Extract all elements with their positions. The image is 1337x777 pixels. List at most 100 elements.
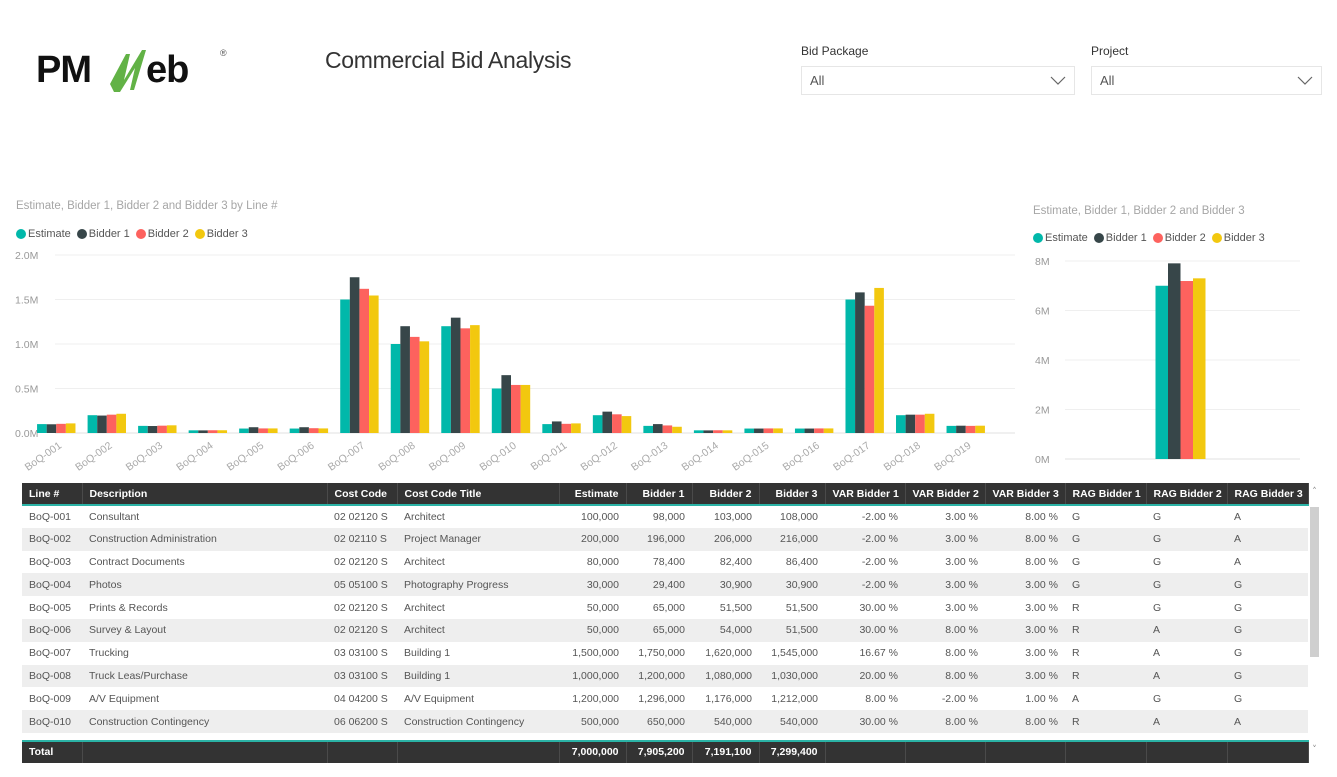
column-header[interactable]: Bidder 3 (759, 483, 826, 506)
table-row[interactable]: BoQ-002 Construction Administration 02 021… (22, 527, 1308, 551)
bar-bidder-2[interactable] (308, 428, 319, 433)
bar-bidder-2[interactable] (965, 425, 976, 433)
column-header[interactable]: Bidder 1 (626, 483, 693, 506)
bar-bidder-2[interactable] (814, 428, 824, 433)
bar-bidder-3[interactable] (823, 428, 834, 433)
scrollbar-thumb[interactable] (1310, 507, 1319, 657)
column-header[interactable]: Line # (22, 483, 83, 506)
column-header[interactable]: VAR Bidder 2 (905, 483, 986, 506)
bar-bidder-3[interactable] (975, 425, 985, 433)
table-scrollbar[interactable]: ˄ ˅ (1310, 483, 1319, 768)
bar-bidder-3[interactable] (267, 428, 278, 433)
bar-estimate[interactable] (1155, 285, 1169, 459)
bar-bidder-1[interactable] (703, 430, 714, 433)
bar-bidder-2[interactable] (1180, 281, 1194, 459)
bar-bidder-2[interactable] (460, 328, 471, 433)
bar-bidder-2[interactable] (713, 430, 723, 433)
column-header[interactable]: Estimate (559, 483, 627, 506)
bar-bidder-2[interactable] (763, 428, 774, 433)
column-header[interactable]: Bidder 2 (692, 483, 760, 506)
bar-estimate[interactable] (643, 425, 653, 433)
bar-estimate[interactable] (845, 299, 856, 434)
bar-bidder-3[interactable] (773, 428, 783, 433)
table-row[interactable]: BoQ-008 Truck Leas/Purchase 03 03100 S Buil… (22, 664, 1308, 688)
column-header[interactable]: VAR Bidder 3 (985, 483, 1066, 506)
bar-estimate[interactable] (340, 299, 350, 434)
bar-estimate[interactable] (441, 326, 451, 433)
bar-bidder-1[interactable] (754, 428, 764, 433)
legend-item[interactable]: Bidder 3 (194, 228, 248, 240)
bar-bidder-3[interactable] (217, 430, 228, 433)
bar-bidder-3[interactable] (65, 423, 76, 433)
column-header[interactable]: RAG Bidder 2 (1146, 483, 1228, 506)
table-row[interactable]: BoQ-007 Trucking 03 03100 S Building 1 1,500… (22, 642, 1308, 665)
bar-estimate[interactable] (744, 428, 755, 433)
bar-bidder-1[interactable] (349, 277, 360, 433)
bar-estimate[interactable] (794, 428, 805, 433)
bar-estimate[interactable] (289, 428, 300, 433)
bar-bidder-1[interactable] (855, 292, 865, 433)
bar-estimate[interactable] (896, 415, 906, 433)
bar-bidder-3[interactable] (571, 423, 581, 433)
bar-estimate[interactable] (37, 424, 47, 433)
scroll-down-icon[interactable]: ˅ (1310, 745, 1319, 755)
legend-item[interactable]: Bidder 1 (76, 228, 130, 240)
bar-bidder-1[interactable] (46, 424, 57, 433)
column-header[interactable]: Description (82, 483, 328, 506)
bar-bidder-3[interactable] (874, 287, 884, 433)
table-row[interactable]: BoQ-005 Prints & Records 02 02120 S Archite… (22, 596, 1308, 619)
bar-bidder-3[interactable] (166, 425, 177, 433)
bar-bidder-2[interactable] (561, 423, 572, 433)
bar-bidder-2[interactable] (915, 414, 925, 433)
table-row[interactable]: BoQ-004 Photos 05 05100 S Photography Progr… (22, 573, 1308, 597)
bar-bidder-1[interactable] (248, 427, 259, 433)
bar-bidder-1[interactable] (299, 427, 309, 433)
bar-bidder-2[interactable] (662, 425, 673, 433)
bar-bidder-3[interactable] (722, 430, 733, 433)
column-header[interactable]: RAG Bidder 3 (1227, 483, 1309, 506)
legend-item[interactable]: Bidder 1 (1093, 232, 1147, 244)
bar-bidder-2[interactable] (359, 288, 370, 433)
bar-estimate[interactable] (542, 424, 552, 433)
bar-bidder-1[interactable] (400, 326, 410, 433)
bar-estimate[interactable] (592, 415, 603, 433)
bar-bidder-1[interactable] (956, 425, 966, 433)
bar-bidder-1[interactable] (652, 424, 663, 433)
table-row[interactable]: BoQ-001 Consultant 02 02120 S Architect 100,… (22, 505, 1308, 528)
project-dropdown[interactable]: All (1091, 66, 1322, 95)
bar-bidder-1[interactable] (804, 428, 815, 433)
bar-bidder-1[interactable] (147, 426, 158, 433)
bar-bidder-3[interactable] (621, 416, 632, 433)
bar-bidder-2[interactable] (106, 414, 117, 433)
legend-item[interactable]: Bidder 2 (135, 228, 189, 240)
legend-item[interactable]: Estimate (1033, 232, 1088, 244)
bar-estimate[interactable] (188, 430, 199, 433)
bar-bidder-3[interactable] (520, 384, 531, 433)
bar-bidder-2[interactable] (157, 425, 167, 433)
legend-item[interactable]: Bidder 3 (1211, 232, 1265, 244)
bar-estimate[interactable] (239, 428, 249, 433)
bar-bidder-1[interactable] (501, 375, 511, 433)
bar-bidder-3[interactable] (318, 428, 329, 433)
bar-bidder-1[interactable] (198, 430, 208, 433)
bar-bidder-1[interactable] (1168, 263, 1181, 459)
legend-item[interactable]: Bidder 2 (1152, 232, 1206, 244)
bar-bidder-3[interactable] (470, 325, 480, 433)
table-row[interactable]: BoQ-003 Contract Documents 02 02120 S Archi… (22, 551, 1308, 574)
bar-bidder-3[interactable] (419, 341, 430, 433)
column-header[interactable]: Cost Code Title (397, 483, 560, 506)
scroll-up-icon[interactable]: ˄ (1310, 487, 1319, 497)
bar-bidder-2[interactable] (56, 423, 66, 433)
bar-bidder-3[interactable] (672, 426, 682, 433)
table-row[interactable]: BoQ-010 Construction Contingency 06 06200 … (22, 710, 1308, 733)
legend-item[interactable]: Estimate (16, 228, 71, 240)
bar-bidder-3[interactable] (924, 413, 935, 433)
bar-bidder-3[interactable] (1193, 278, 1206, 459)
bid-package-dropdown[interactable]: All (801, 66, 1075, 95)
table-row[interactable]: BoQ-009 A/V Equipment 04 04200 S A/V Equipm… (22, 687, 1308, 710)
bar-bidder-1[interactable] (905, 414, 916, 433)
table-row[interactable]: BoQ-006 Survey & Layout 02 02120 S Architec… (22, 618, 1308, 642)
bar-bidder-1[interactable] (602, 411, 613, 433)
bar-bidder-2[interactable] (612, 414, 622, 433)
column-header[interactable]: Cost Code (327, 483, 398, 506)
